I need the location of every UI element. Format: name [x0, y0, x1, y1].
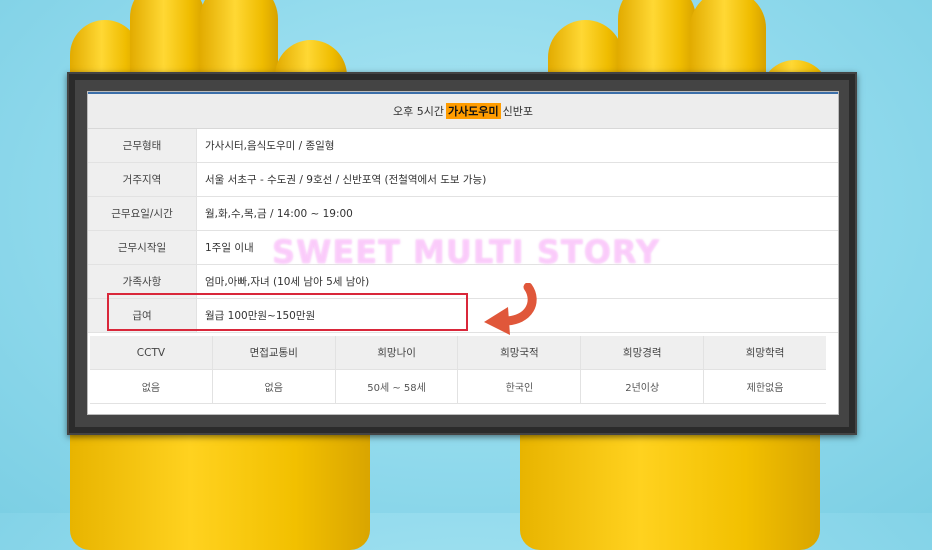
detail-label: 근무형태	[88, 129, 197, 162]
detail-value: 서울 서초구 - 수도권 / 9호선 / 신반포역 (전철역에서 도보 가능)	[205, 174, 487, 186]
detail-label: 거주지역	[88, 163, 197, 196]
requirements-header: 희망경력	[581, 336, 704, 370]
detail-label: 근무요일/시간	[88, 197, 197, 230]
requirements-cell: 50세 ~ 58세	[335, 370, 458, 404]
requirements-column: 희망국적 한국인	[458, 336, 582, 404]
requirements-header: 희망국적	[458, 336, 581, 370]
requirements-cell: 없음	[90, 370, 212, 404]
title-prefix: 오후 5시간	[393, 105, 444, 118]
detail-row-schedule: 근무요일/시간 월,화,수,목,금 / 14:00 ~ 19:00	[88, 197, 838, 231]
requirements-column: CCTV 없음	[90, 336, 213, 404]
requirements-column: 희망학력 제한없음	[704, 336, 826, 404]
requirements-column: 희망나이 50세 ~ 58세	[335, 336, 459, 404]
listing-title: 오후 5시간 가사도우미 신반포	[88, 94, 838, 129]
requirements-cell: 2년이상	[581, 370, 704, 404]
detail-value: 월,화,수,목,금 / 14:00 ~ 19:00	[205, 208, 353, 220]
requirements-cell: 없음	[212, 370, 335, 404]
detail-row-work-type: 근무형태 가사시터,음식도우미 / 종일형	[88, 129, 838, 163]
curved-arrow-left-icon	[484, 283, 537, 335]
requirements-table: CCTV 없음 면접교통비 없음 희망나이 50세 ~ 58세 희망국적 한국인…	[90, 336, 826, 404]
salary-callout-box	[107, 293, 468, 331]
detail-row-start-date: 근무시작일 1주일 이내	[88, 231, 838, 265]
title-highlight: 가사도우미	[446, 103, 501, 119]
requirements-cell: 제한없음	[704, 370, 826, 404]
detail-value: 1주일 이내	[205, 242, 254, 254]
detail-value: 가사시터,음식도우미 / 종일형	[205, 140, 335, 152]
detail-label: 근무시작일	[88, 231, 197, 264]
requirements-column: 면접교통비 없음	[212, 336, 336, 404]
requirements-cell: 한국인	[458, 370, 581, 404]
requirements-header: 희망학력	[704, 336, 826, 370]
requirements-header: 면접교통비	[212, 336, 335, 370]
detail-row-residence: 거주지역 서울 서초구 - 수도권 / 9호선 / 신반포역 (전철역에서 도보…	[88, 163, 838, 197]
job-listing-panel: 오후 5시간 가사도우미 신반포 근무형태 가사시터,음식도우미 / 종일형 거…	[88, 92, 838, 414]
requirements-column: 희망경력 2년이상	[581, 336, 705, 404]
requirements-header: 희망나이	[335, 336, 458, 370]
requirements-header: CCTV	[90, 336, 212, 370]
title-suffix: 신반포	[502, 105, 533, 118]
